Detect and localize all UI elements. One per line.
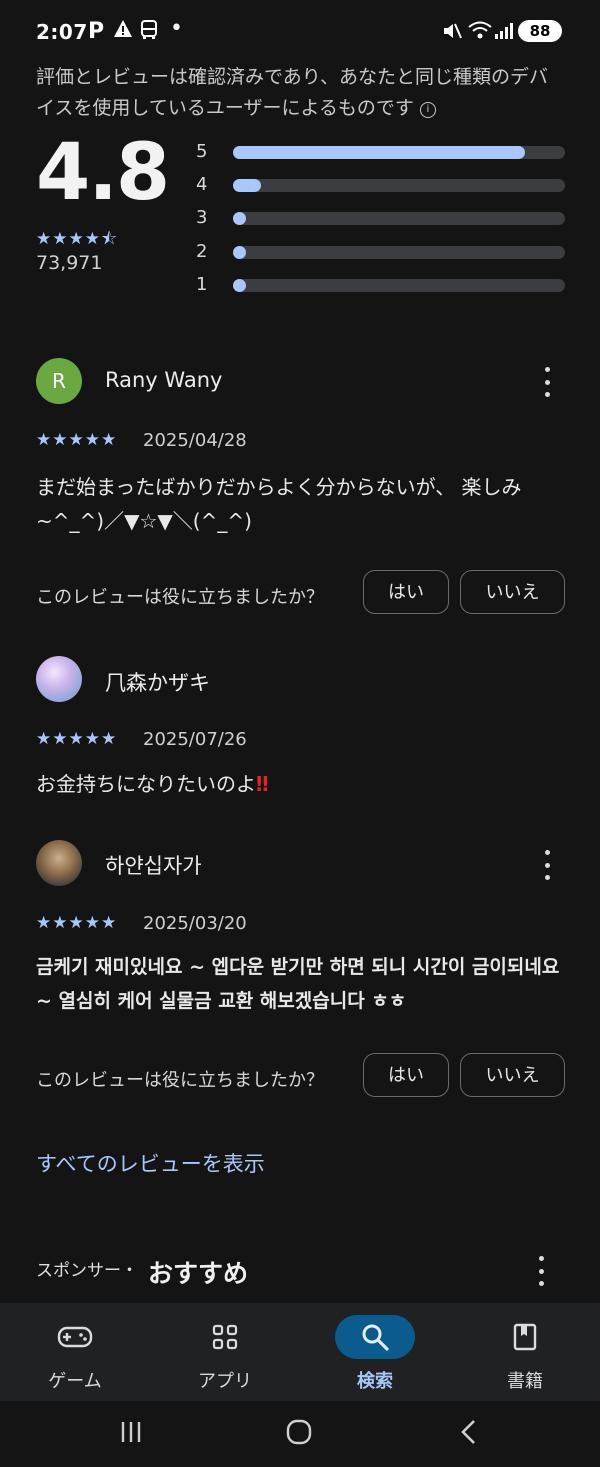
helpful-no-button[interactable]: いいえ (460, 1053, 565, 1097)
review-text: お金持ちになりたいのよ (36, 772, 256, 796)
battery-indicator: 88 (518, 20, 562, 42)
helpful-question: このレビューは役に立ちましたか？ (36, 587, 324, 608)
avatar (36, 656, 82, 702)
more-options-icon[interactable] (537, 367, 557, 397)
system-navigation-bar (0, 1401, 600, 1467)
review-date: 2025/03/20 (143, 913, 247, 934)
helpful-question: このレビューは役に立ちましたか？ (36, 1070, 324, 1091)
rating-bar-label: 2 (196, 241, 208, 262)
helpful-yes-button[interactable]: はい (363, 570, 449, 614)
rating-bar-label: 3 (196, 207, 208, 228)
recent-apps-button[interactable] (118, 1419, 144, 1449)
gamepad-icon (35, 1315, 115, 1359)
double-exclamation-emoji: ‼ (256, 772, 269, 796)
review-stars: ★★★★★ (36, 729, 118, 749)
nav-label: 検索 (357, 1371, 393, 1392)
nav-label: アプリ (198, 1371, 252, 1392)
review-date: 2025/07/26 (143, 729, 247, 750)
review-stars: ★★★★★ (36, 913, 118, 933)
home-button[interactable] (286, 1419, 312, 1449)
book-icon (485, 1315, 565, 1359)
warning-icon (113, 19, 133, 43)
status-bar: 2:07 P • 88 (0, 0, 600, 64)
rating-bar-4: 4 (196, 174, 566, 195)
parking-icon: P (88, 19, 105, 44)
search-icon (335, 1315, 415, 1359)
rating-bar-label: 1 (196, 274, 208, 295)
nav-item-books[interactable]: 書籍 (450, 1303, 600, 1401)
back-button[interactable] (458, 1419, 480, 1449)
rating-bar-1: 1 (196, 274, 566, 295)
avatar: R (36, 358, 82, 404)
recommended-title: おすすめ (148, 1259, 249, 1288)
review-text: 금케기 재미있네요 ~ 엡다운 받기만 하면 되니 시간이 금이되네요 ~ 열심… (36, 956, 560, 1012)
rating-bar-3: 3 (196, 207, 566, 228)
helpful-yes-button[interactable]: はい (363, 1053, 449, 1097)
signal-icon (494, 22, 514, 45)
ratings-info-text: 評価とレビューは確認済みであり、あなたと同じ種類のデバイスを使用しているユーザー… (36, 66, 549, 119)
rating-bar-5: 5 (196, 141, 566, 162)
see-all-reviews-link[interactable]: すべてのレビューを表示 (36, 1148, 265, 1178)
mute-icon (442, 22, 462, 45)
rating-bar-label: 4 (196, 174, 208, 195)
ratings-info: 評価とレビューは確認済みであり、あなたと同じ種類のデバイスを使用しているユーザー… (36, 62, 566, 124)
average-stars: ★★★★⯪ (36, 229, 119, 249)
reviewer-name: ⺇森かザキ (105, 671, 210, 695)
bottom-navigation: ゲーム アプリ 検索 書籍 (0, 1303, 600, 1401)
bus-icon (140, 20, 158, 45)
helpful-no-button[interactable]: いいえ (460, 570, 565, 614)
nav-item-search[interactable]: 検索 (300, 1303, 450, 1401)
avatar (36, 840, 82, 886)
nav-item-apps[interactable]: アプリ (150, 1303, 300, 1401)
notification-dot-icon: • (170, 16, 183, 41)
rating-bar-label: 5 (196, 141, 208, 162)
review-text-row: お金持ちになりたいのよ‼ (36, 767, 566, 801)
nav-item-games[interactable]: ゲーム (0, 1303, 150, 1401)
status-time: 2:07 (36, 20, 88, 44)
reviewer-name: Rany Wany (105, 368, 223, 392)
more-options-icon[interactable] (531, 1256, 551, 1286)
review-text: まだ始まったばかりだからよく分からないが、 楽しみ~^_^)／▼☆▼＼(^_^) (36, 475, 522, 533)
review-stars: ★★★★★ (36, 430, 118, 450)
wifi-icon (468, 21, 492, 44)
rating-count: 73,971 (36, 252, 103, 274)
reviewer-name: 하얀십자가 (105, 854, 202, 878)
rating-bar-2: 2 (196, 241, 566, 262)
average-rating: 4.8 (36, 128, 170, 218)
apps-grid-icon (185, 1315, 265, 1359)
sponsored-label: スポンサー・ (36, 1261, 138, 1281)
nav-label: ゲーム (48, 1371, 102, 1392)
nav-label: 書籍 (507, 1371, 543, 1392)
info-icon[interactable]: i (419, 102, 436, 118)
review-date: 2025/04/28 (143, 430, 247, 451)
more-options-icon[interactable] (537, 850, 557, 880)
